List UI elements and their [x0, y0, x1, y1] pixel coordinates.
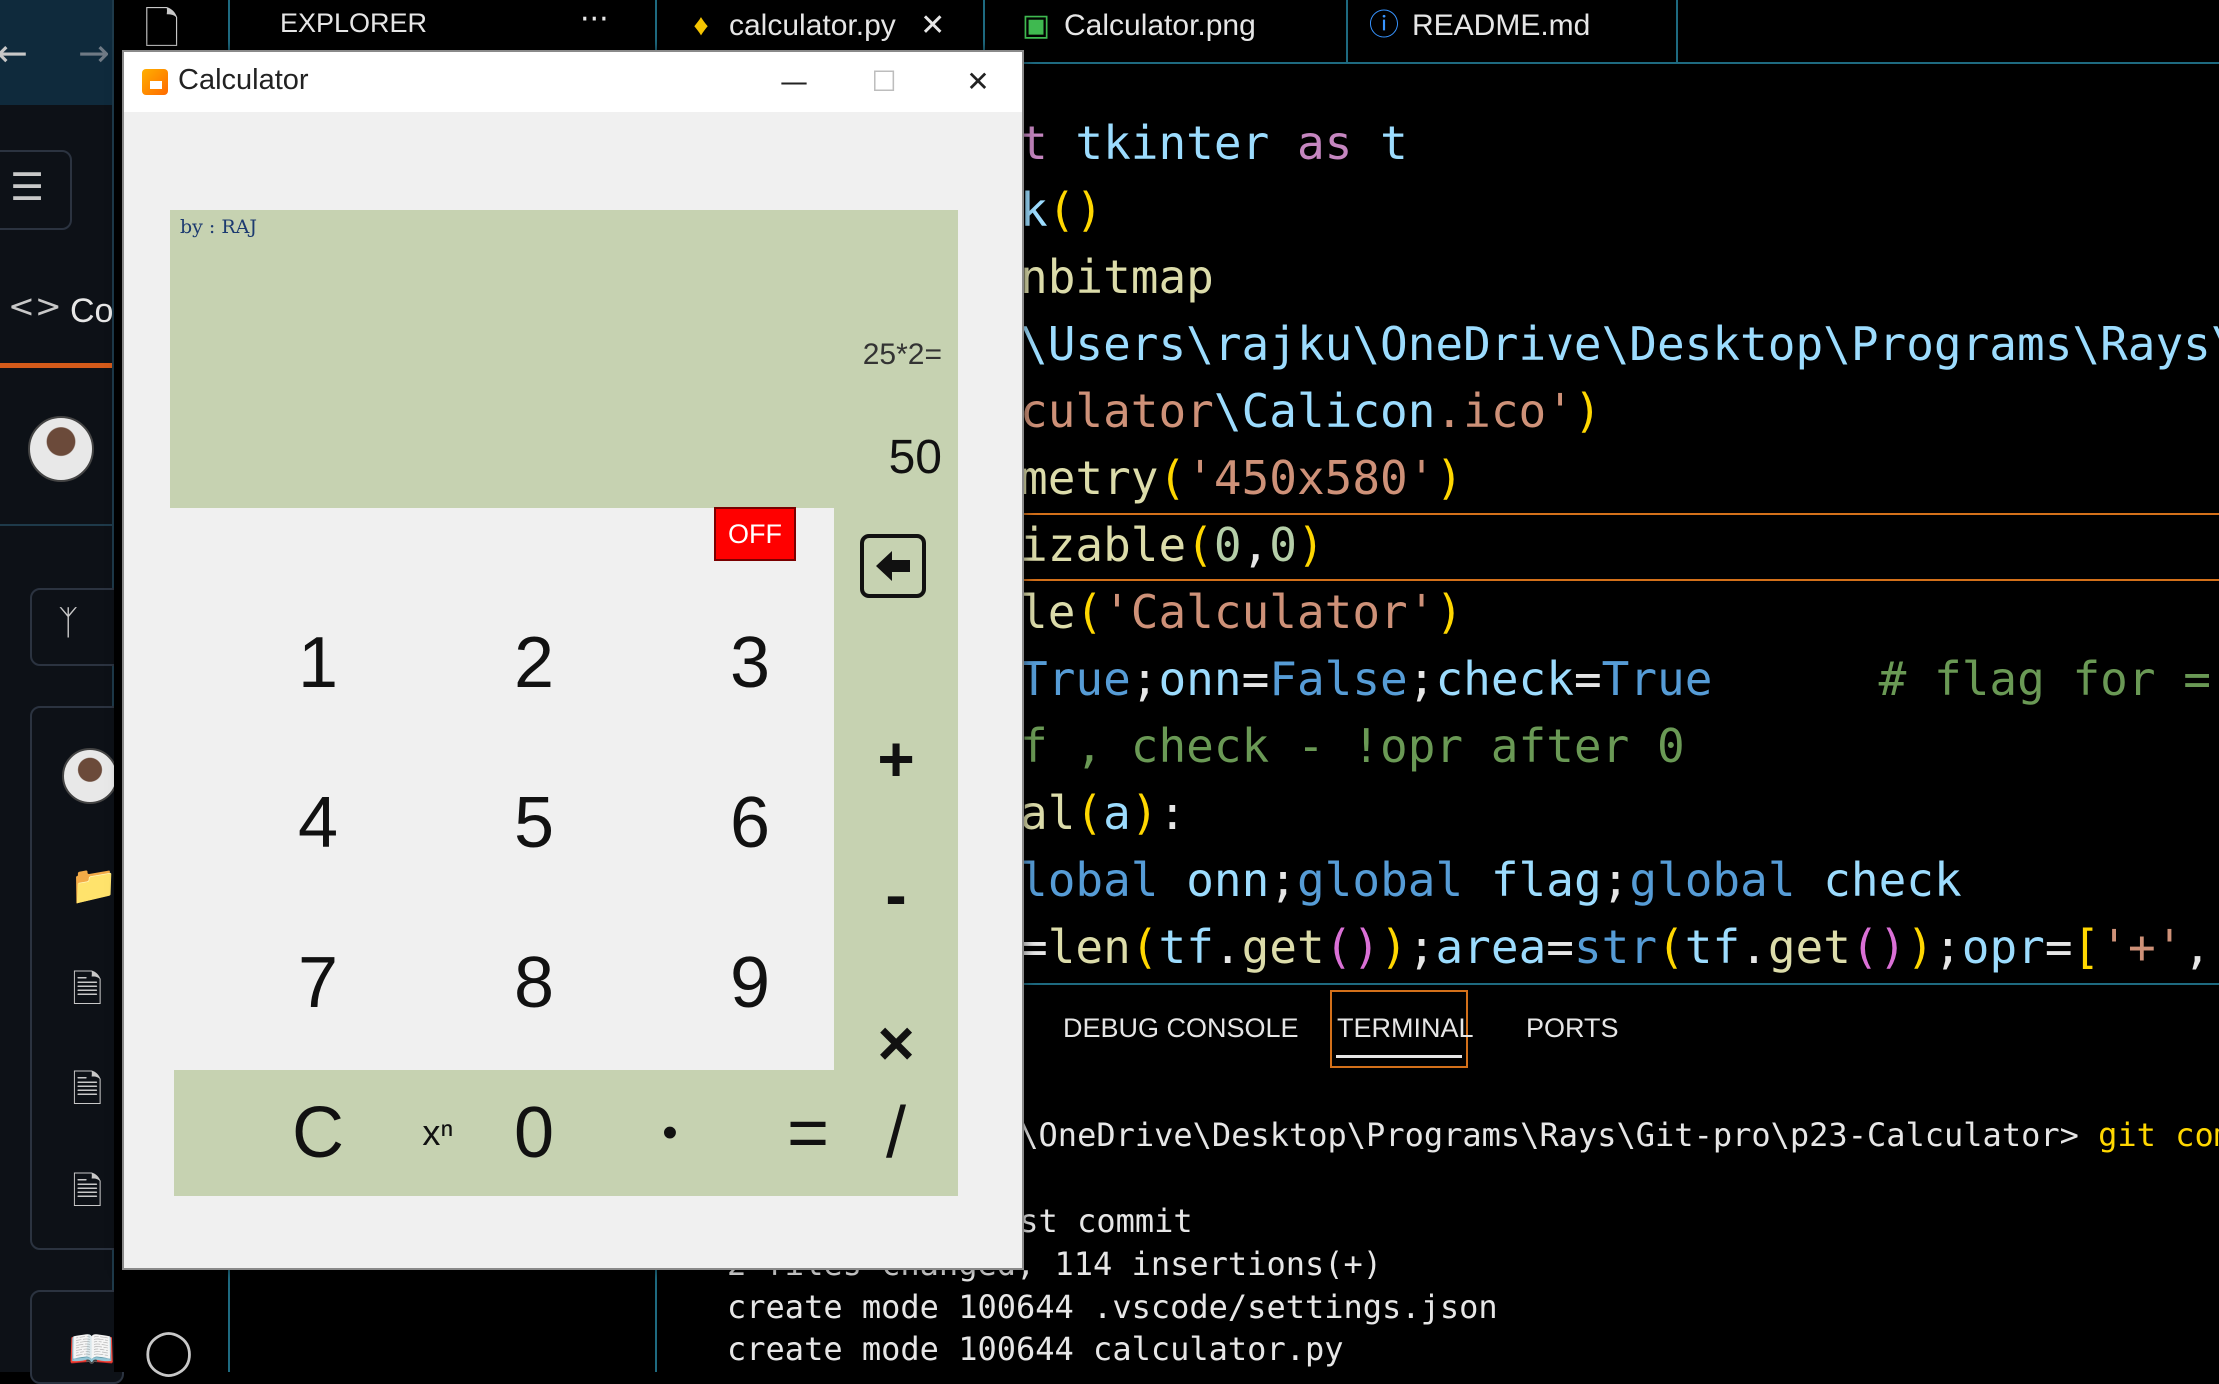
code-line[interactable]: culator\Calicon.ico') [1020, 378, 1602, 445]
window-title: Calculator [178, 64, 309, 96]
code-line[interactable]: \Users\rajku\OneDrive\Desktop\Programs\R… [1020, 311, 2219, 378]
git-branch-icon: ᛉ [58, 603, 79, 643]
python-icon: ♦ [693, 9, 709, 42]
file-icon[interactable]: 🗎 [72, 970, 103, 1008]
tab-terminal-underline [1336, 1055, 1462, 1058]
folder-icon[interactable]: 📁 [70, 866, 117, 904]
key-0[interactable]: 0 [474, 1078, 594, 1188]
code-line[interactable]: nbitmap [1020, 244, 1214, 311]
close-tab-icon[interactable]: ✕ [920, 9, 945, 42]
info-icon: ⓘ [1369, 9, 1399, 42]
minus-button[interactable]: - [836, 840, 956, 950]
minimize-button[interactable]: — [764, 60, 824, 104]
rail-active-indicator [0, 363, 112, 368]
key-9[interactable]: 9 [690, 928, 810, 1038]
terminal-line[interactable]: create mode 100644 calculator.py [727, 1330, 1344, 1368]
terminal-line[interactable]: u\OneDrive\Desktop\Programs\Rays\Git-pro… [1000, 1116, 2219, 1154]
terminal-line[interactable]: rst commit [1000, 1202, 1193, 1240]
tab-label: Calculator.png [1064, 9, 1256, 42]
more-actions-icon[interactable]: ··· [580, 2, 609, 37]
calculator-display: by : RAJ 25*2= 50 [170, 210, 958, 508]
tab-label: README.md [1412, 9, 1591, 42]
menu-button[interactable]: ☰ [0, 150, 72, 230]
tab-calculator-png[interactable]: ▣ Calculator.png [1000, 0, 1348, 62]
tab-ports[interactable]: PORTS [1526, 1013, 1619, 1044]
account-icon[interactable]: ◯ [144, 1330, 193, 1374]
divide-button[interactable]: / [836, 1078, 956, 1188]
terminal-command: git com [2098, 1116, 2219, 1154]
files-icon[interactable]: 🗋 [144, 8, 179, 52]
key-7[interactable]: 7 [258, 928, 378, 1038]
off-button[interactable]: OFF [714, 507, 796, 561]
back-arrow-icon[interactable]: ← [0, 34, 28, 72]
tab-label: calculator.py [729, 9, 896, 42]
code-line[interactable]: =len(tf.get());area=str(tf.get());opr=['… [1020, 914, 2219, 981]
terminal-path: u\OneDrive\Desktop\Programs\Rays\Git-pro… [1000, 1116, 2099, 1154]
backspace-icon [876, 551, 910, 581]
author-label: by : RAJ [180, 216, 258, 238]
code-line[interactable]: lobal onn;global flag;global check [1020, 847, 1962, 914]
tab-debug-console[interactable]: DEBUG CONSOLE [1063, 1013, 1299, 1044]
clear-button[interactable]: C [258, 1078, 378, 1188]
code-line[interactable]: t tkinter as t [1020, 110, 1408, 177]
file-icon[interactable]: 🗎 [72, 1172, 103, 1210]
sidebar-code-label[interactable]: Co [70, 292, 113, 331]
code-icon: <> [8, 287, 62, 325]
maximize-button[interactable]: ☐ [854, 60, 914, 104]
avatar-small[interactable] [62, 748, 118, 804]
key-8[interactable]: 8 [474, 928, 594, 1038]
expression-text: 25*2= [862, 338, 942, 371]
source-control-button[interactable]: ᛉ [30, 588, 124, 666]
calculator-window: Calculator — ☐ ✕ by : RAJ 25*2= 50 OFF 1… [122, 50, 1024, 1270]
explorer-title: EXPLORER [280, 8, 428, 38]
backspace-button[interactable] [860, 534, 926, 598]
code-line[interactable]: izable(0,0) [1020, 512, 1325, 579]
app-icon [142, 69, 168, 95]
image-file-icon: ▣ [1021, 9, 1051, 42]
book-icon: 📖 [68, 1327, 116, 1371]
tab-terminal[interactable]: TERMINAL [1337, 1013, 1474, 1044]
code-line[interactable]: le('Calculator') [1020, 579, 1463, 646]
file-icon[interactable]: 🗎 [72, 1070, 103, 1108]
key-4[interactable]: 4 [258, 768, 378, 878]
forward-arrow-icon[interactable]: → [78, 34, 110, 72]
terminal-line[interactable]: create mode 100644 .vscode/settings.json [727, 1288, 1498, 1326]
code-line[interactable]: f , check - !opr after 0 [1020, 713, 1685, 780]
title-bar[interactable]: Calculator — ☐ ✕ [124, 52, 1022, 112]
rail-top: ← → [0, 0, 112, 105]
key-3[interactable]: 3 [690, 608, 810, 718]
code-line[interactable]: True;onn=False;check=True # flag for = [1020, 646, 2211, 713]
code-line[interactable]: al(a): [1020, 780, 1186, 847]
tab-readme-md[interactable]: ⓘ README.md [1348, 0, 1678, 62]
avatar[interactable] [28, 416, 94, 482]
close-button[interactable]: ✕ [948, 60, 1008, 104]
key-6[interactable]: 6 [690, 768, 810, 878]
rail-divider [0, 524, 112, 526]
key-2[interactable]: 2 [474, 608, 594, 718]
result-text: 50 [888, 431, 942, 484]
panel-border [1000, 983, 2219, 985]
book-button[interactable]: 📖 [30, 1290, 124, 1384]
key-5[interactable]: 5 [474, 768, 594, 878]
code-line[interactable]: k() [1020, 177, 1103, 244]
key-1[interactable]: 1 [258, 608, 378, 718]
plus-button[interactable]: + [836, 704, 956, 814]
hamburger-icon: ☰ [10, 165, 45, 209]
decimal-button[interactable]: • [610, 1078, 730, 1188]
code-line[interactable]: metry('450x580') [1020, 445, 1463, 512]
